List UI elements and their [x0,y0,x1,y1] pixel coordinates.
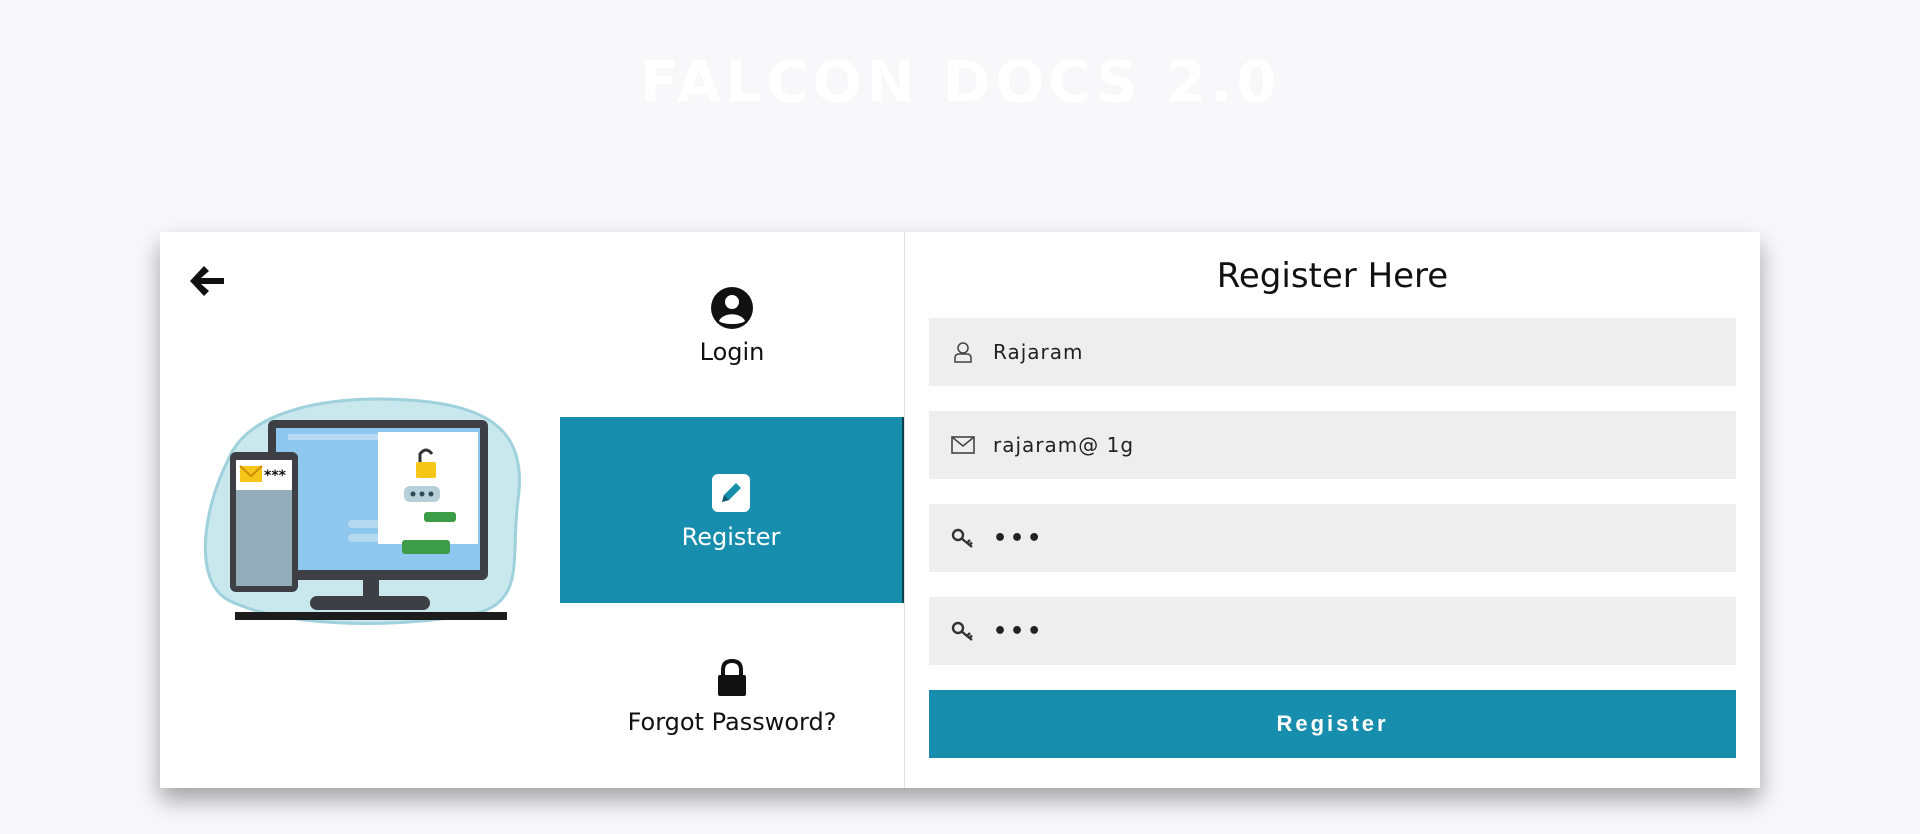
edit-pencil-icon [707,469,755,517]
form-title: Register Here [1216,256,1449,296]
username-input[interactable] [991,339,1715,365]
nav-register-label: Register [681,522,781,551]
user-outline-icon [951,340,975,364]
illustration-mask: *** [264,468,287,484]
register-submit-button[interactable]: Register [929,690,1736,758]
key-icon [951,619,975,643]
email-field[interactable] [929,411,1736,479]
app-title: FALCON DOCS 2.0 [639,48,1281,116]
envelope-outline-icon [951,433,975,457]
confirm-password-input[interactable] [991,617,1715,645]
auth-nav: Login Register Forgot Password? [560,232,905,788]
computer-login-illustration: *** [203,397,521,625]
user-circle-icon [708,284,756,332]
email-input[interactable] [991,432,1715,458]
envelope-icon [239,465,263,482]
register-form: Register Here Rajaram rajaram@ 1g ••• ••… [905,232,1760,788]
auth-card: *** Login Register Forgot Password? Regi… [160,232,1760,788]
key-icon [951,526,975,550]
password-input[interactable] [991,524,1715,552]
password-field[interactable] [929,504,1736,572]
nav-register[interactable]: Register [560,417,904,603]
nav-forgot-label: Forgot Password? [627,708,837,737]
nav-login[interactable]: Login [560,232,904,417]
illustration-panel: *** [160,232,560,788]
lock-icon [708,654,756,702]
nav-forgot-password[interactable]: Forgot Password? [560,603,904,788]
confirm-password-field[interactable] [929,597,1736,665]
username-field[interactable] [929,318,1736,386]
back-arrow-icon[interactable] [184,258,230,304]
nav-login-label: Login [699,337,765,366]
